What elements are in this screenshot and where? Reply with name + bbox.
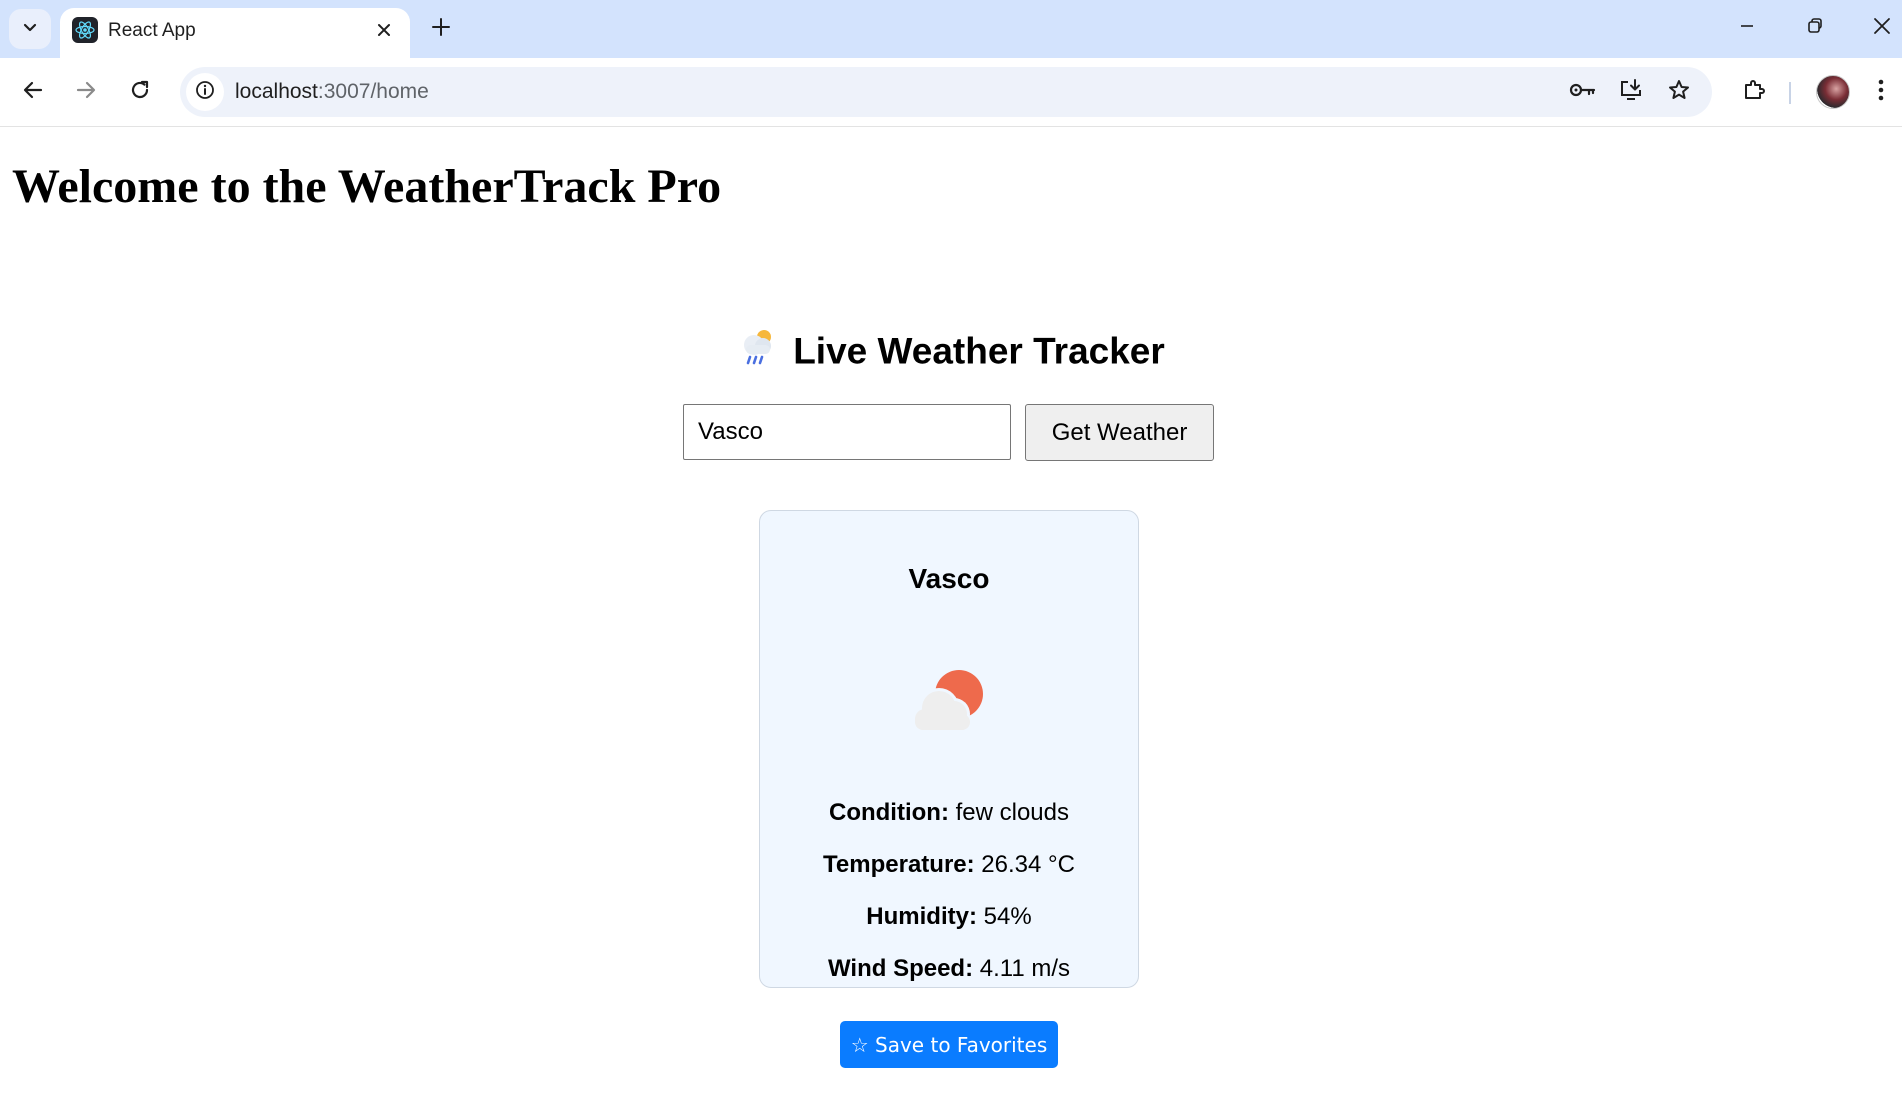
minimize-icon (1738, 17, 1756, 40)
wind-speed-row: Wind Speed: 4.11 m/s (760, 955, 1138, 983)
close-tab-icon[interactable] (370, 16, 398, 44)
condition-value: few clouds (955, 799, 1069, 826)
tab-search-button[interactable] (9, 9, 51, 49)
tab-title: React App (108, 20, 196, 41)
arrow-right-icon (75, 79, 97, 106)
humidity-value: 54% (983, 903, 1032, 930)
temperature-row: Temperature: 26.34 °C (760, 851, 1138, 879)
url-text: localhost:3007/home (235, 80, 429, 104)
tracker-heading: Live Weather Tracker (0, 329, 1902, 378)
bookmark-star-button[interactable] (1662, 75, 1696, 109)
reload-icon (129, 79, 151, 106)
save-to-favorites-button[interactable]: ☆ Save to Favorites (840, 1021, 1058, 1068)
condition-label: Condition: (828, 799, 949, 826)
tab-strip: React App (0, 0, 1902, 58)
password-key-button[interactable] (1566, 75, 1600, 109)
address-bar[interactable]: localhost:3007/home (180, 67, 1712, 117)
temperature-value: 26.34 °C (981, 851, 1075, 878)
wind-speed-label: Wind Speed: (827, 955, 974, 982)
page-title: Welcome to the WeatherTrack Pro (12, 160, 722, 213)
install-app-button[interactable] (1614, 75, 1648, 109)
temperature-label: Temperature: (823, 851, 975, 878)
close-window-button[interactable] (1862, 10, 1902, 46)
site-info-button[interactable] (186, 73, 224, 111)
few-clouds-day-icon (899, 651, 999, 751)
react-logo-icon (72, 17, 98, 43)
arrow-left-icon (22, 79, 44, 106)
minimize-button[interactable] (1724, 10, 1770, 46)
back-button[interactable] (13, 72, 53, 112)
city-search-input[interactable] (683, 404, 1011, 460)
browser-tab-active[interactable]: React App (60, 8, 410, 58)
humidity-label: Humidity: (866, 903, 977, 930)
browser-window: React App localhost:3007/home Welcome to… (0, 0, 1902, 1116)
restore-icon (1806, 17, 1824, 40)
get-weather-button[interactable]: Get Weather (1025, 404, 1214, 461)
browser-toolbar: localhost:3007/home (0, 58, 1902, 127)
key-icon (1569, 80, 1597, 105)
restore-button[interactable] (1792, 10, 1838, 46)
install-icon (1619, 78, 1643, 107)
info-icon (195, 80, 215, 105)
url-host: localhost (235, 80, 318, 103)
chevron-down-icon (22, 19, 38, 40)
city-name: Vasco (908, 563, 990, 594)
extensions-button[interactable] (1734, 72, 1774, 112)
condition-row: Condition: few clouds (760, 799, 1138, 827)
url-path: :3007/home (317, 80, 429, 103)
weather-card: Vasco Condition: few clouds Temperature:… (759, 510, 1139, 1068)
page-content: Welcome to the WeatherTrack Pro Live Wea… (0, 127, 1902, 1116)
wind-speed-value: 4.11 m/s (979, 955, 1071, 982)
toolbar-divider (1789, 82, 1791, 104)
rain-cloud-icon (737, 326, 777, 375)
humidity-row: Humidity: 54% (760, 903, 1138, 931)
tracker-title-text: Live Weather Tracker (793, 330, 1165, 372)
profile-avatar[interactable] (1816, 75, 1850, 109)
puzzle-icon (1742, 78, 1766, 107)
close-icon (1873, 17, 1891, 40)
new-tab-button[interactable] (424, 12, 458, 46)
plus-icon (431, 17, 451, 42)
forward-button[interactable] (66, 72, 106, 112)
browser-menu-button[interactable] (1866, 72, 1896, 112)
star-icon (1667, 78, 1691, 107)
reload-button[interactable] (120, 72, 160, 112)
more-vertical-icon (1878, 79, 1884, 106)
